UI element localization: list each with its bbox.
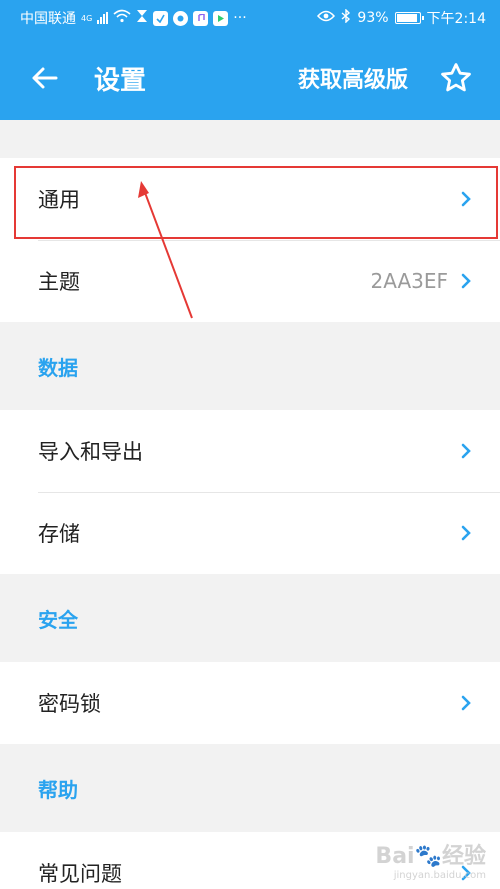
section-header-help: 帮助 xyxy=(38,777,78,802)
bluetooth-icon xyxy=(341,8,351,27)
more-notifications: ··· xyxy=(233,10,247,26)
section-header-security: 安全 xyxy=(38,607,78,632)
settings-item-label: 密码锁 xyxy=(38,692,101,716)
carrier-name: 中国联通 xyxy=(20,11,76,27)
clock: 下午2:14 xyxy=(426,11,486,27)
settings-item-storage[interactable]: 存储 xyxy=(0,492,500,574)
top-spacer xyxy=(0,120,500,158)
watermark-sub: jingyan.baidu.com xyxy=(393,870,486,881)
settings-list: 通用 主题 2AA3EF 数据 导入和导出 存储 安全 密码锁 帮助 常见问题 xyxy=(0,120,500,889)
settings-group-data: 导入和导出 存储 xyxy=(0,410,500,574)
get-pro-button[interactable]: 获取高级版 xyxy=(286,52,420,104)
settings-item-passcode-lock[interactable]: 密码锁 xyxy=(0,662,500,744)
settings-group-security: 密码锁 xyxy=(0,662,500,744)
page-title: 设置 xyxy=(94,65,147,96)
settings-item-label: 通用 xyxy=(38,188,80,212)
watermark-suffix: 经验 xyxy=(441,844,486,869)
settings-item-theme[interactable]: 主题 2AA3EF xyxy=(0,240,500,322)
eye-comfort-icon xyxy=(317,10,336,26)
settings-item-import-export[interactable]: 导入和导出 xyxy=(0,410,500,492)
status-bar: 中国联通 4G ··· 93% 下午2:14 xyxy=(0,0,500,36)
paw-icon: 🐾 xyxy=(414,844,442,869)
settings-item-label: 导入和导出 xyxy=(38,440,143,464)
favorite-button[interactable] xyxy=(428,50,484,106)
theme-color-value: 2AA3EF xyxy=(370,269,448,293)
network-type: 4G xyxy=(81,13,93,23)
back-button[interactable] xyxy=(14,48,74,108)
arrow-left-icon xyxy=(32,67,58,89)
chevron-right-icon xyxy=(458,189,474,209)
hourglass-icon xyxy=(136,9,148,27)
star-icon xyxy=(441,63,471,92)
chevron-right-icon xyxy=(458,693,474,713)
chevron-right-icon xyxy=(458,271,474,291)
settings-item-general[interactable]: 通用 xyxy=(0,158,500,240)
chevron-right-icon xyxy=(458,441,474,461)
app-notification-icon xyxy=(153,10,169,26)
watermark-text: Bai xyxy=(375,844,415,869)
baidu-watermark: Bai🐾经验 jingyan.baidu.com xyxy=(375,838,486,881)
section-header-data: 数据 xyxy=(38,355,78,380)
settings-item-label: 主题 xyxy=(38,270,80,294)
app-notification-icon xyxy=(173,10,189,26)
signal-icon xyxy=(97,12,109,24)
wifi-icon xyxy=(113,9,131,27)
app-bar: 设置 获取高级版 xyxy=(0,36,500,120)
settings-item-label: 常见问题 xyxy=(38,862,122,886)
music-app-icon xyxy=(193,10,209,26)
battery-percent: 93% xyxy=(357,10,389,26)
battery-icon xyxy=(394,12,424,24)
video-app-icon xyxy=(213,10,229,26)
settings-item-label: 存储 xyxy=(38,522,80,546)
chevron-right-icon xyxy=(458,523,474,543)
settings-group-general: 通用 主题 2AA3EF xyxy=(0,158,500,322)
